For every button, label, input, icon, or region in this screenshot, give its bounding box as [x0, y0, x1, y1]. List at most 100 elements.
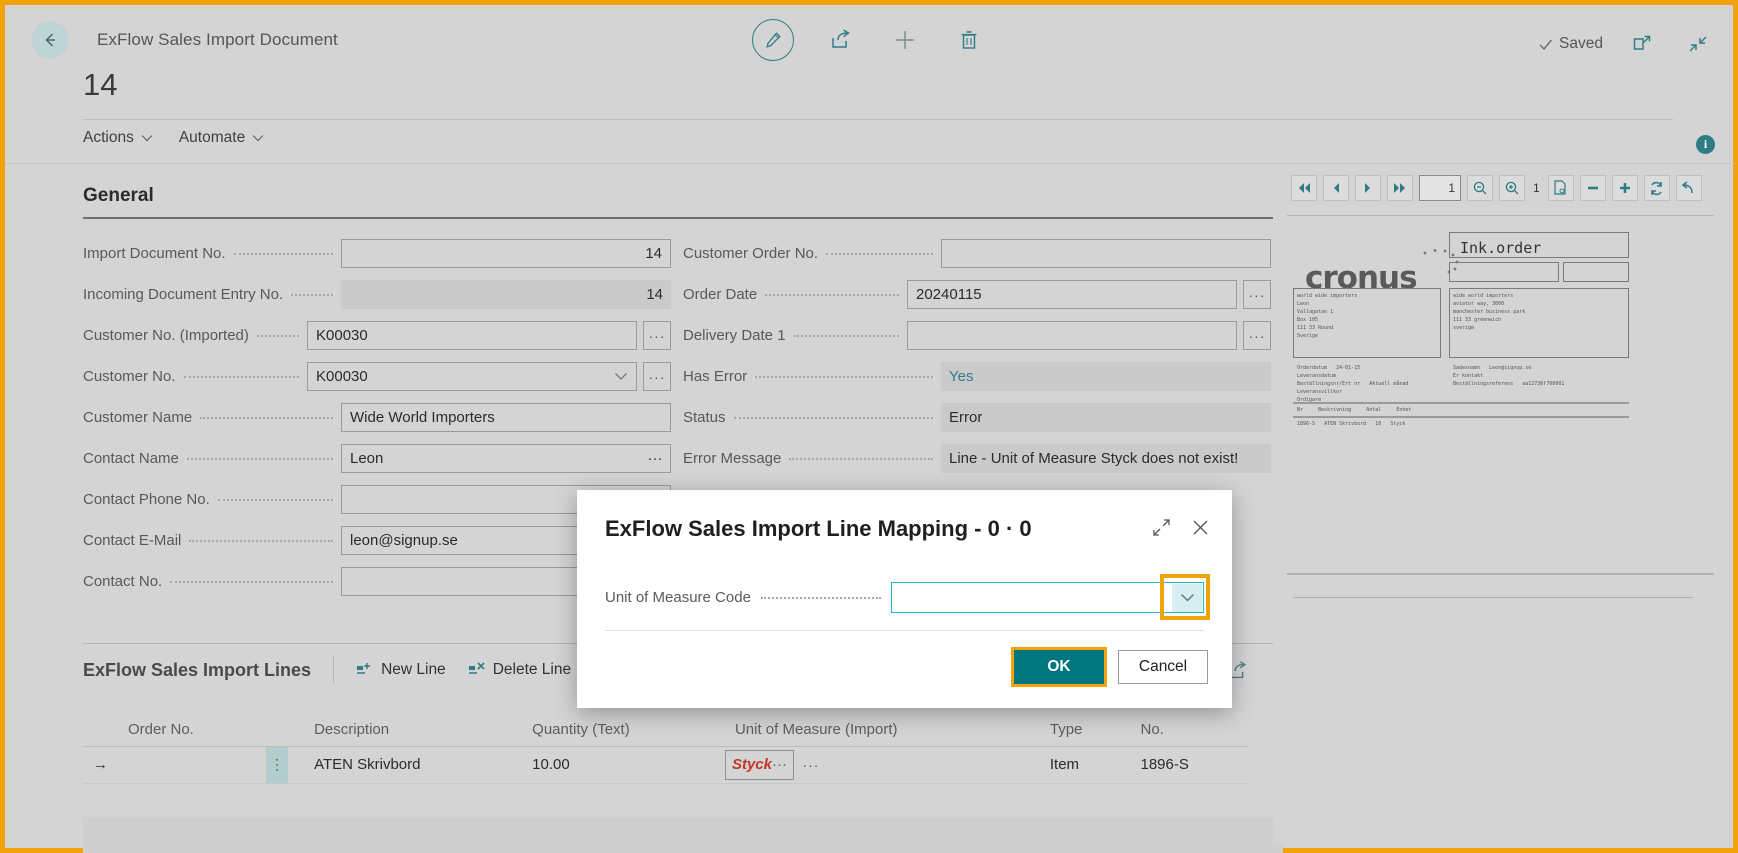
empty-cell[interactable] [83, 783, 118, 815]
cell-quantity[interactable]: 10.00 [522, 746, 725, 784]
actions-menu[interactable]: Actions [83, 129, 153, 147]
field-lookup-button[interactable]: ··· [643, 362, 671, 391]
row-grip-icon[interactable]: ⋮ [266, 746, 289, 783]
cell-description[interactable]: ATEN Skrivbord [304, 746, 523, 784]
table-row[interactable]: → ⋮ ATEN Skrivbord 10.00 Styck ··· ··· Item 1896… [83, 746, 1283, 784]
field-label: Has Error [683, 368, 748, 385]
field-input[interactable] [941, 239, 1271, 268]
row-grip-cell[interactable]: ⋮ [266, 746, 305, 784]
delete-button[interactable] [952, 23, 986, 57]
field-input[interactable]: Leon ··· [341, 444, 671, 473]
cell-assist-button[interactable]: ··· [796, 750, 826, 779]
column-header[interactable]: Type [1039, 702, 1131, 747]
preview-address-right: wide world importers aviator way, 3000 m… [1453, 293, 1526, 331]
zoom-out-button[interactable] [1467, 175, 1493, 201]
column-header[interactable]: No. [1130, 702, 1249, 747]
column-header[interactable]: Unit of Measure (Import) [724, 702, 1040, 747]
empty-cell[interactable] [304, 783, 522, 815]
cell-no[interactable]: 1896-S [1130, 746, 1249, 784]
next-page-button[interactable] [1355, 175, 1381, 201]
cell-lookup-button[interactable]: ··· [772, 756, 787, 773]
first-page-button[interactable] [1291, 175, 1317, 201]
cell-type[interactable]: Item [1039, 746, 1131, 784]
cell-unit-of-measure[interactable]: Styck ··· ··· [724, 746, 1040, 784]
column-header[interactable]: Quantity (Text) [522, 702, 725, 747]
field-input[interactable] [907, 321, 1237, 350]
ok-button[interactable]: OK [1011, 647, 1107, 687]
zoom-in-button[interactable] [1499, 175, 1525, 201]
zoom-increase-button[interactable] [1611, 175, 1638, 201]
add-button[interactable] [888, 23, 922, 57]
field-value: 20240115 [916, 286, 982, 303]
unit-of-measure-row: Unit of Measure Code [605, 582, 1204, 613]
field-input[interactable]: K00030 [307, 362, 637, 391]
dialog-close-button[interactable] [1191, 518, 1210, 537]
edit-button[interactable] [752, 19, 794, 61]
empty-cell[interactable] [522, 783, 725, 815]
table-header-row: Order No. Description Quantity (Text) Unit … [83, 702, 1283, 747]
column-header[interactable]: Description [304, 702, 523, 747]
field-input[interactable]: Wide World Importers [341, 403, 671, 432]
info-button[interactable]: i [1696, 135, 1715, 154]
field-input[interactable]: Yes [941, 362, 1271, 391]
preview-document-page[interactable]: cronus Ink.order world wide importers Le… [1287, 230, 1714, 430]
refresh-button[interactable] [1643, 175, 1670, 201]
table-row-empty[interactable] [83, 783, 1283, 815]
dot-leader [170, 575, 333, 583]
dot-leader [291, 288, 333, 296]
field-label: Status [683, 409, 726, 426]
field-input[interactable]: Line - Unit of Measure Styck does not ex… [941, 444, 1271, 473]
share-button[interactable] [824, 23, 858, 57]
empty-cell[interactable] [266, 783, 304, 815]
field-input[interactable]: 14 [341, 239, 671, 268]
breadcrumb[interactable]: ExFlow Sales Import Document [97, 30, 338, 50]
form-row: Customer No. K00030 ··· [83, 356, 671, 397]
field-input[interactable]: K00030 [307, 321, 637, 350]
new-line-button[interactable]: New Line [356, 661, 446, 679]
unit-of-measure-dropdown-button[interactable] [1172, 583, 1202, 612]
zoom-out-icon [1473, 181, 1487, 195]
delete-line-button[interactable]: Delete Line [468, 661, 571, 679]
last-page-icon [1394, 183, 1405, 193]
field-lookup-button[interactable]: ··· [1243, 280, 1271, 309]
automate-menu[interactable]: Automate [179, 129, 264, 147]
dot-leader [183, 370, 299, 378]
field-input[interactable]: 20240115 [907, 280, 1237, 309]
field-lookup-button[interactable]: ··· [643, 321, 671, 350]
back-button[interactable] [31, 21, 69, 59]
last-page-button[interactable] [1387, 175, 1413, 201]
top-bar: ExFlow Sales Import Document Saved [5, 5, 1733, 75]
undo-button[interactable] [1675, 175, 1702, 201]
empty-cell[interactable] [118, 783, 266, 815]
preview-address-left: world wide importers Leon Vallagatan 1 B… [1297, 293, 1358, 339]
unit-of-measure-input[interactable] [890, 582, 1204, 613]
field-assist-button[interactable]: ··· [640, 445, 670, 472]
dot-leader [189, 534, 333, 542]
preview-meta-right: Sadesnamn Leon@signup.se Er kontakt Best… [1453, 365, 1565, 387]
empty-cell[interactable] [1040, 783, 1131, 815]
dialog-expand-button[interactable] [1152, 518, 1171, 537]
fit-page-button[interactable] [1547, 175, 1574, 201]
page-number-input[interactable]: 1 [1419, 175, 1461, 201]
empty-cell[interactable] [1131, 783, 1249, 815]
column-header[interactable]: Order No. [118, 702, 267, 747]
saved-status: Saved [1537, 35, 1603, 53]
dot-leader [186, 452, 333, 460]
field-input[interactable]: Error [941, 403, 1271, 432]
field-lookup-button[interactable]: ··· [1243, 321, 1271, 350]
field-input[interactable]: 14 [341, 280, 671, 309]
field-label: Customer No. (Imported) [83, 327, 249, 344]
empty-cell[interactable] [725, 783, 1040, 815]
field-dropdown-button[interactable] [606, 363, 636, 390]
preview-doc-heading: Ink.order [1460, 239, 1542, 257]
cancel-button[interactable]: Cancel [1118, 650, 1208, 684]
previous-page-button[interactable] [1323, 175, 1349, 201]
collapse-button[interactable] [1681, 27, 1715, 61]
unit-of-measure-cell-editor[interactable]: Styck ··· [724, 749, 794, 780]
zoom-decrease-button[interactable] [1579, 175, 1606, 201]
expand-icon [1153, 519, 1170, 536]
open-in-new-window-button[interactable] [1625, 27, 1659, 61]
actions-label: Actions [83, 129, 134, 146]
cell-order-no[interactable] [118, 746, 267, 784]
preview-toolbar: 1 1 [1273, 165, 1728, 209]
